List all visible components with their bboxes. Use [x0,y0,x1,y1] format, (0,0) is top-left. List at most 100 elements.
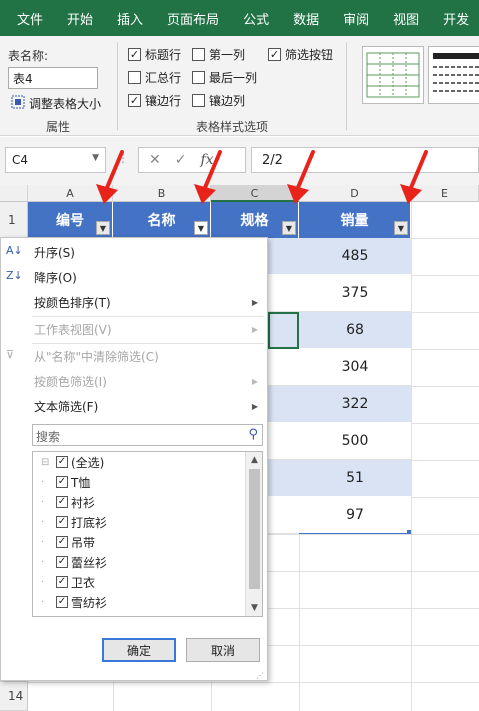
menu-item-sheet-view: 工作表视图(V) ▶ [1,316,267,342]
checkbox-label: 汇总行 [145,71,182,85]
table-resize-handle[interactable] [407,530,411,534]
table-cell[interactable] [268,386,299,423]
checkbox-checked-icon: ✓ [56,516,68,528]
tab-developer[interactable]: 开发 [431,9,479,28]
sales-cell[interactable]: 304 [299,349,411,386]
checkbox-filter-button[interactable]: ✓ 筛选按钮 [268,46,333,63]
filter-value-label: 衬衫 [71,495,96,510]
menu-item-label: 降序(O) [34,270,77,285]
table-style-dark[interactable] [428,46,479,104]
checkbox-label: 筛选按钮 [285,48,334,62]
tab-review[interactable]: 审阅 [331,9,381,28]
checkbox-total-row[interactable]: 汇总行 [128,69,181,86]
confirm-formula-icon[interactable]: ✓ [175,152,187,168]
table-cell[interactable] [268,349,299,386]
search-placeholder: 搜索 [36,430,61,444]
group-separator [346,42,347,130]
scroll-down-icon[interactable]: ▼ [246,600,262,616]
tab-view[interactable]: 视图 [381,9,431,28]
row-header[interactable]: 14 [0,682,28,711]
filter-value-item[interactable]: · ✓ 打底衫 [41,512,107,532]
ok-button[interactable]: 确定 [102,638,176,662]
filter-value-item[interactable]: · ✓ 雪纺衫 [41,592,107,612]
sales-cell[interactable]: 375 [299,275,411,312]
filter-value-item[interactable]: · ✓ 吊带 [41,532,95,552]
filter-value-label: (全选) [71,455,105,470]
style-options-group-label: 表格样式选项 [196,120,269,134]
list-scrollbar[interactable]: ▲ ▼ [245,452,262,616]
filter-value-item[interactable]: · ✓ 卫衣 [41,572,95,592]
table-style-green[interactable] [362,46,424,104]
checkbox-header-row[interactable]: ✓ 标题行 [128,46,181,63]
filter-value-item[interactable]: · ✓ T恤 [41,472,90,492]
tab-home[interactable]: 开始 [55,9,105,28]
table-styles-gallery [358,46,479,116]
checkbox-banded-columns[interactable]: 镶边列 [192,92,245,109]
cancel-button[interactable]: 取消 [186,638,260,662]
table-cell[interactable] [268,275,299,312]
resize-table-label: 调整表格大小 [29,97,102,111]
checkbox-checked-icon: ✓ [56,556,68,568]
filter-dropdown-button[interactable]: ▼ [394,221,408,235]
tab-data[interactable]: 数据 [281,9,331,28]
tab-page-layout[interactable]: 页面布局 [155,9,231,28]
sales-cell[interactable]: 97 [299,497,411,534]
group-separator [117,42,118,130]
menu-item-label: 工作表视图(V) [34,322,112,337]
tree-line-icon: · [41,476,45,488]
checkbox-first-column[interactable]: 第一列 [192,46,245,63]
resize-grip-icon[interactable]: ⋰ [256,671,264,680]
menu-item-label: 按颜色排序(T) [34,295,111,310]
tab-file[interactable]: 文件 [0,9,55,28]
menu-item-sort-ascending[interactable]: A↓ 升序(S) [1,239,267,265]
filter-value-item[interactable]: ⊟ ✓ (全选) [41,452,104,472]
autofilter-menu: A↓ 升序(S) Z↓ 降序(O) 按颜色排序(T) ▶ 工作表视图(V) ▶ … [0,237,268,681]
checkbox-unchecked-icon [192,71,205,84]
checkbox-checked-icon: ✓ [128,94,141,107]
menu-item-sort-descending[interactable]: Z↓ 降序(O) [1,264,267,290]
checkbox-banded-rows[interactable]: ✓ 镶边行 [128,92,181,109]
name-box[interactable]: C4 ▼ [5,147,106,173]
sales-cell[interactable]: 322 [299,386,411,423]
filter-value-label: 雪纺衫 [71,595,108,610]
submenu-arrow-icon: ▶ [251,401,258,411]
select-all-corner[interactable] [0,185,28,202]
checkbox-unchecked-icon [128,71,141,84]
search-icon: ⚲ [248,427,258,442]
table-cell[interactable] [268,423,299,460]
checkbox-last-column[interactable]: 最后一列 [192,69,257,86]
cancel-formula-icon[interactable]: ✕ [149,152,161,168]
menu-item-sort-by-color[interactable]: 按颜色排序(T) ▶ [1,289,267,315]
selected-cell[interactable] [268,312,299,349]
filter-dropdown-button[interactable]: ▼ [194,221,208,235]
sales-cell[interactable]: 485 [299,238,411,275]
sales-cell[interactable]: 51 [299,460,411,497]
menu-item-label: 文本筛选(F) [34,399,99,414]
table-cell[interactable] [268,497,299,534]
filter-value-item[interactable]: · ✓ 衬衫 [41,492,95,512]
table-cell[interactable] [268,460,299,497]
row-header[interactable]: 1 [0,202,28,238]
checkbox-label: 第一列 [209,48,246,62]
checkbox-checked-icon: ✓ [56,476,68,488]
filter-dropdown-button[interactable]: ▼ [96,221,110,235]
header-label: 名称 [147,213,176,229]
menu-item-text-filter[interactable]: 文本筛选(F) ▶ [1,393,267,419]
scroll-up-icon[interactable]: ▲ [246,452,262,468]
tab-formulas[interactable]: 公式 [231,9,281,28]
filter-value-item[interactable]: · ✓ 蕾丝衫 [41,552,107,572]
resize-table-button[interactable]: 调整表格大小 [10,94,101,113]
filter-dropdown-button[interactable]: ▼ [282,221,296,235]
table-name-input[interactable]: 表4 [8,67,98,89]
header-label: 销量 [340,213,369,229]
sales-cell[interactable]: 68 [299,312,411,349]
sales-cell[interactable]: 500 [299,423,411,460]
filter-values-list: ⊟ ✓ (全选) · ✓ T恤 · ✓ 衬衫 · ✓ 打底衫 · ✓ 吊带 · ✓ 蕾丝衫 · ✓ 卫衣 ·… [32,451,263,617]
checkbox-checked-icon: ✓ [56,596,68,608]
table-cell[interactable] [268,238,299,275]
scrollbar-thumb[interactable] [249,469,260,589]
sort-ascending-icon: A↓ [6,244,23,257]
filter-value-label: 蕾丝衫 [71,555,108,570]
filter-search-input[interactable]: 搜索 ⚲ [32,424,263,446]
tab-insert[interactable]: 插入 [105,9,155,28]
